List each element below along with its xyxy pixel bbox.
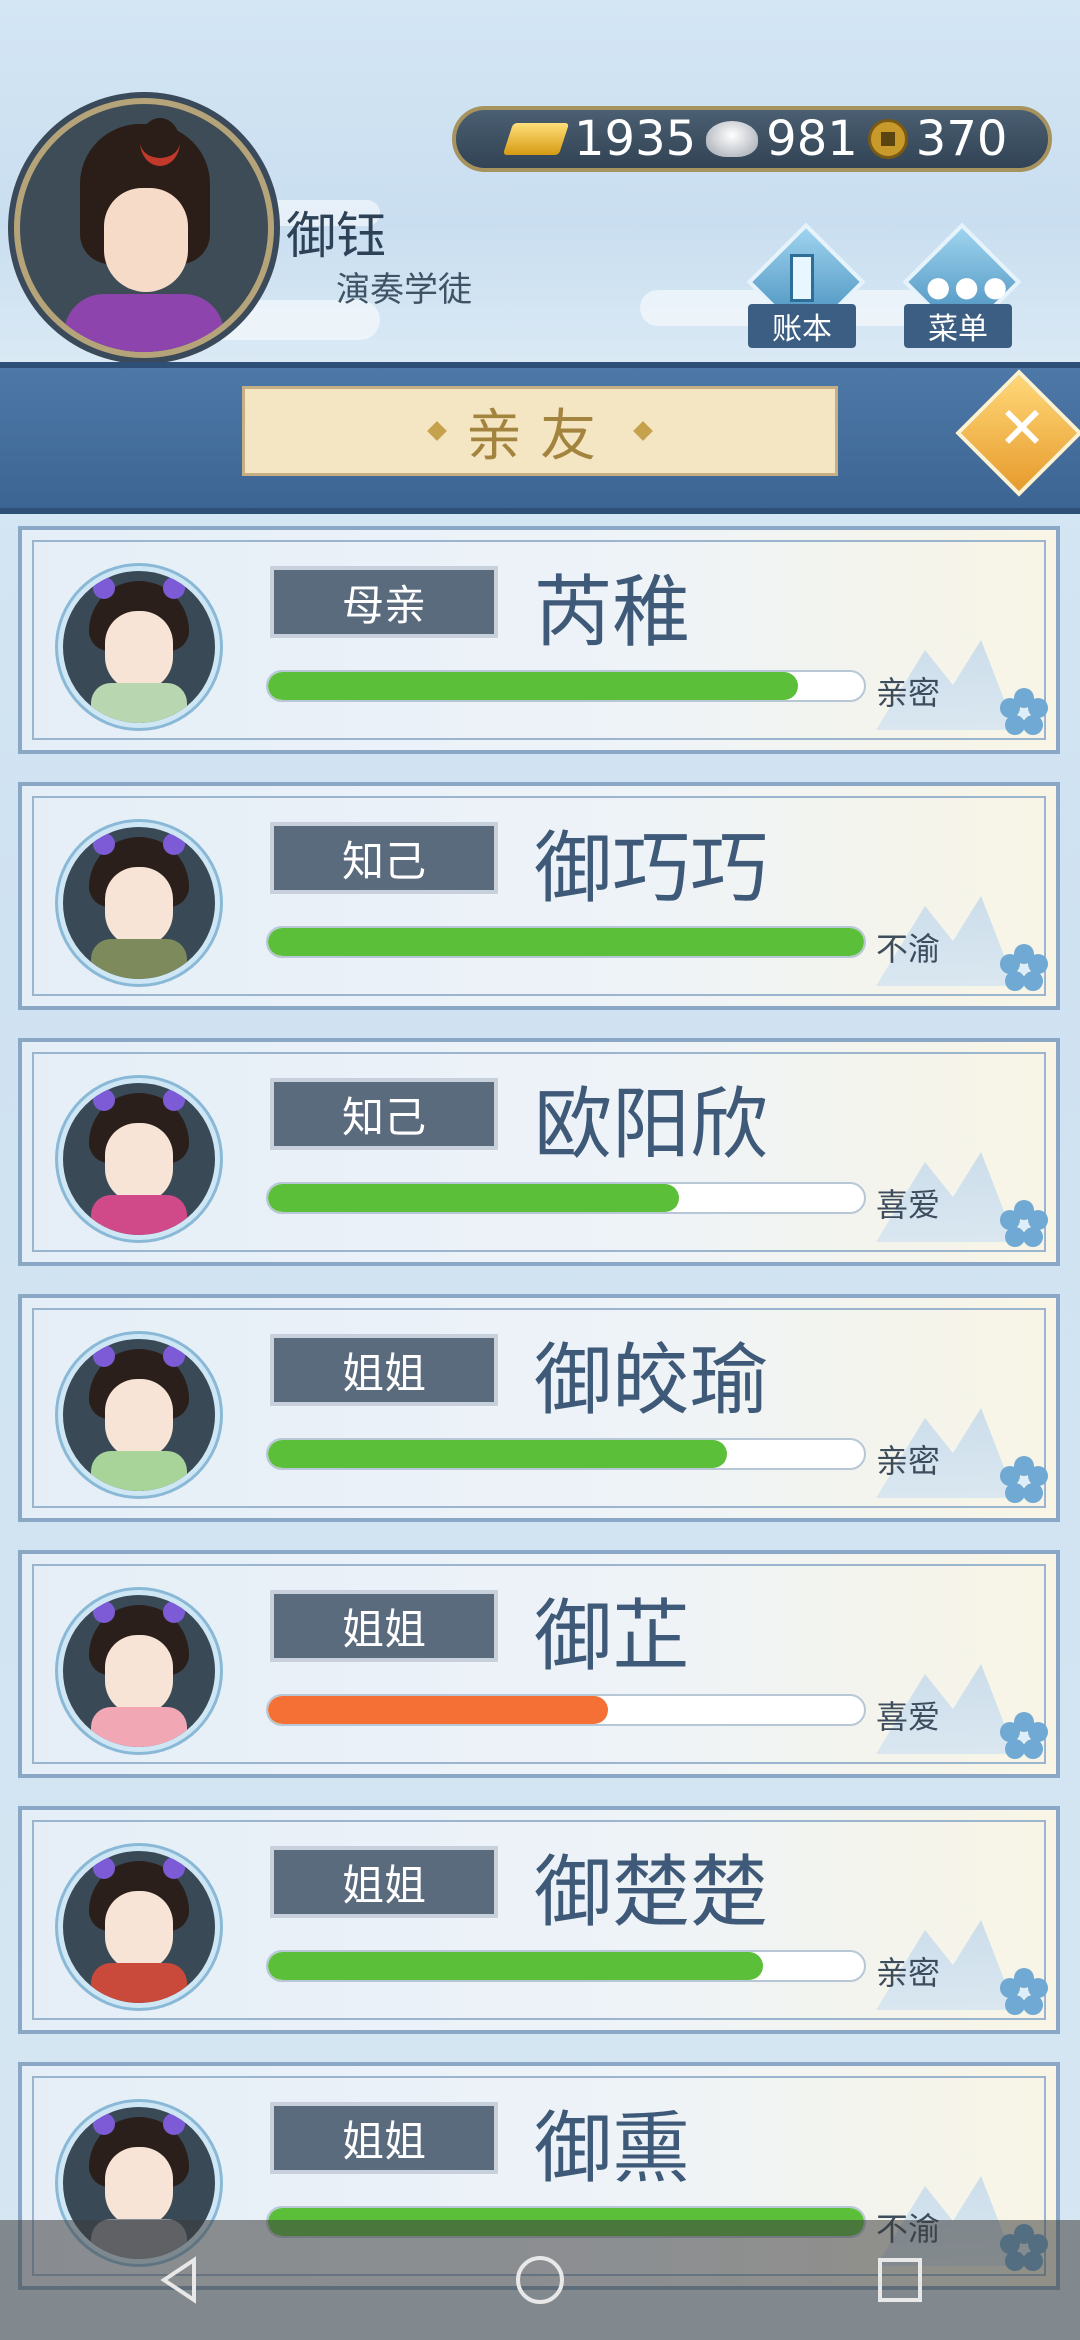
relation-badge: 姐姐 bbox=[270, 2102, 498, 2174]
menu-button[interactable]: ●●● 菜单 bbox=[902, 222, 1022, 348]
close-icon[interactable]: ✕ bbox=[992, 398, 1052, 458]
coin-value: 370 bbox=[915, 111, 1008, 167]
affection-bar-fill bbox=[268, 1952, 763, 1980]
affection-bar bbox=[266, 1694, 866, 1726]
affection-bar-fill bbox=[268, 1184, 680, 1212]
gold-ingot-icon bbox=[502, 123, 570, 155]
plum-blossom-icon bbox=[1000, 1200, 1048, 1247]
relative-card[interactable]: 知己 欧阳欣 喜爱 bbox=[18, 1038, 1060, 1266]
ledger-icon bbox=[790, 254, 814, 302]
relation-badge: 姐姐 bbox=[270, 1334, 498, 1406]
copper-coin-icon bbox=[867, 119, 908, 159]
affection-bar bbox=[266, 1438, 866, 1470]
affection-status: 喜爱 bbox=[876, 1186, 941, 1224]
gold-value: 1935 bbox=[574, 111, 697, 167]
player-title: 演奏学徒 bbox=[336, 270, 472, 310]
relative-portrait[interactable] bbox=[58, 1334, 220, 1496]
page-title-plaque: 亲友 bbox=[242, 386, 838, 476]
relative-portrait[interactable] bbox=[58, 1590, 220, 1752]
plum-blossom-icon bbox=[1000, 1456, 1048, 1503]
relation-badge: 姐姐 bbox=[270, 1590, 498, 1662]
player-name: 御钰 bbox=[286, 207, 386, 265]
relation-badge: 知己 bbox=[270, 1078, 498, 1150]
ledger-button[interactable]: 账本 bbox=[746, 222, 866, 348]
silver-value: 981 bbox=[766, 111, 858, 167]
relative-portrait[interactable] bbox=[58, 1078, 220, 1240]
silver-counter: 981 bbox=[706, 111, 858, 167]
ellipsis-icon: ●●● bbox=[926, 270, 1012, 303]
relation-badge: 姐姐 bbox=[270, 1846, 498, 1918]
back-icon[interactable] bbox=[150, 2250, 210, 2310]
plum-blossom-icon bbox=[1000, 944, 1048, 991]
coin-counter: 370 bbox=[867, 111, 1008, 167]
affection-bar bbox=[266, 670, 866, 702]
recent-apps-icon[interactable] bbox=[870, 2250, 930, 2310]
affection-bar bbox=[266, 1950, 866, 1982]
affection-status: 不渝 bbox=[876, 930, 941, 968]
system-nav-bar bbox=[0, 2220, 1080, 2340]
relative-portrait[interactable] bbox=[58, 822, 220, 984]
player-avatar[interactable] bbox=[14, 98, 274, 358]
plum-blossom-icon bbox=[1000, 1712, 1048, 1759]
affection-status: 亲密 bbox=[876, 1954, 941, 1992]
affection-bar bbox=[266, 926, 866, 958]
affection-bar-fill bbox=[268, 672, 799, 700]
affection-status: 喜爱 bbox=[876, 1698, 941, 1736]
currency-bar: 1935 981 370 bbox=[452, 106, 1052, 172]
silver-ingot-icon bbox=[706, 121, 759, 157]
diamond-ornament-icon bbox=[427, 421, 447, 441]
affection-bar-fill bbox=[268, 928, 864, 956]
diamond-ornament-icon bbox=[633, 421, 653, 441]
affection-bar bbox=[266, 1182, 866, 1214]
relative-portrait[interactable] bbox=[58, 566, 220, 728]
affection-status: 亲密 bbox=[876, 674, 941, 712]
relative-card[interactable]: 姐姐 御芷 喜爱 bbox=[18, 1550, 1060, 1778]
relative-name: 芮稚 bbox=[534, 568, 691, 658]
relative-card[interactable]: 姐姐 御楚楚 亲密 bbox=[18, 1806, 1060, 2034]
relative-card[interactable]: 母亲 芮稚 亲密 bbox=[18, 526, 1060, 754]
ledger-label: 账本 bbox=[748, 304, 856, 348]
relation-badge: 母亲 bbox=[270, 566, 498, 638]
home-icon[interactable] bbox=[510, 2250, 570, 2310]
plum-blossom-icon bbox=[1000, 688, 1048, 735]
affection-status: 亲密 bbox=[876, 1442, 941, 1480]
menu-label: 菜单 bbox=[904, 304, 1012, 348]
relative-portrait[interactable] bbox=[58, 1846, 220, 2008]
relative-name: 御皎瑜 bbox=[534, 1336, 769, 1426]
plum-blossom-icon bbox=[1000, 1968, 1048, 2015]
relative-name: 御巧巧 bbox=[534, 824, 769, 914]
gold-counter: 1935 bbox=[502, 111, 697, 167]
relative-name: 御熏 bbox=[534, 2104, 691, 2194]
relation-badge: 知己 bbox=[270, 822, 498, 894]
relative-card[interactable]: 知己 御巧巧 不渝 bbox=[18, 782, 1060, 1010]
relative-card[interactable]: 姐姐 御皎瑜 亲密 bbox=[18, 1294, 1060, 1522]
affection-bar-fill bbox=[268, 1440, 727, 1468]
affection-bar-fill bbox=[268, 1696, 608, 1724]
page-title: 亲友 bbox=[466, 403, 614, 469]
relative-name: 御楚楚 bbox=[534, 1848, 769, 1938]
relative-name: 欧阳欣 bbox=[534, 1080, 769, 1170]
relative-name: 御芷 bbox=[534, 1592, 691, 1682]
